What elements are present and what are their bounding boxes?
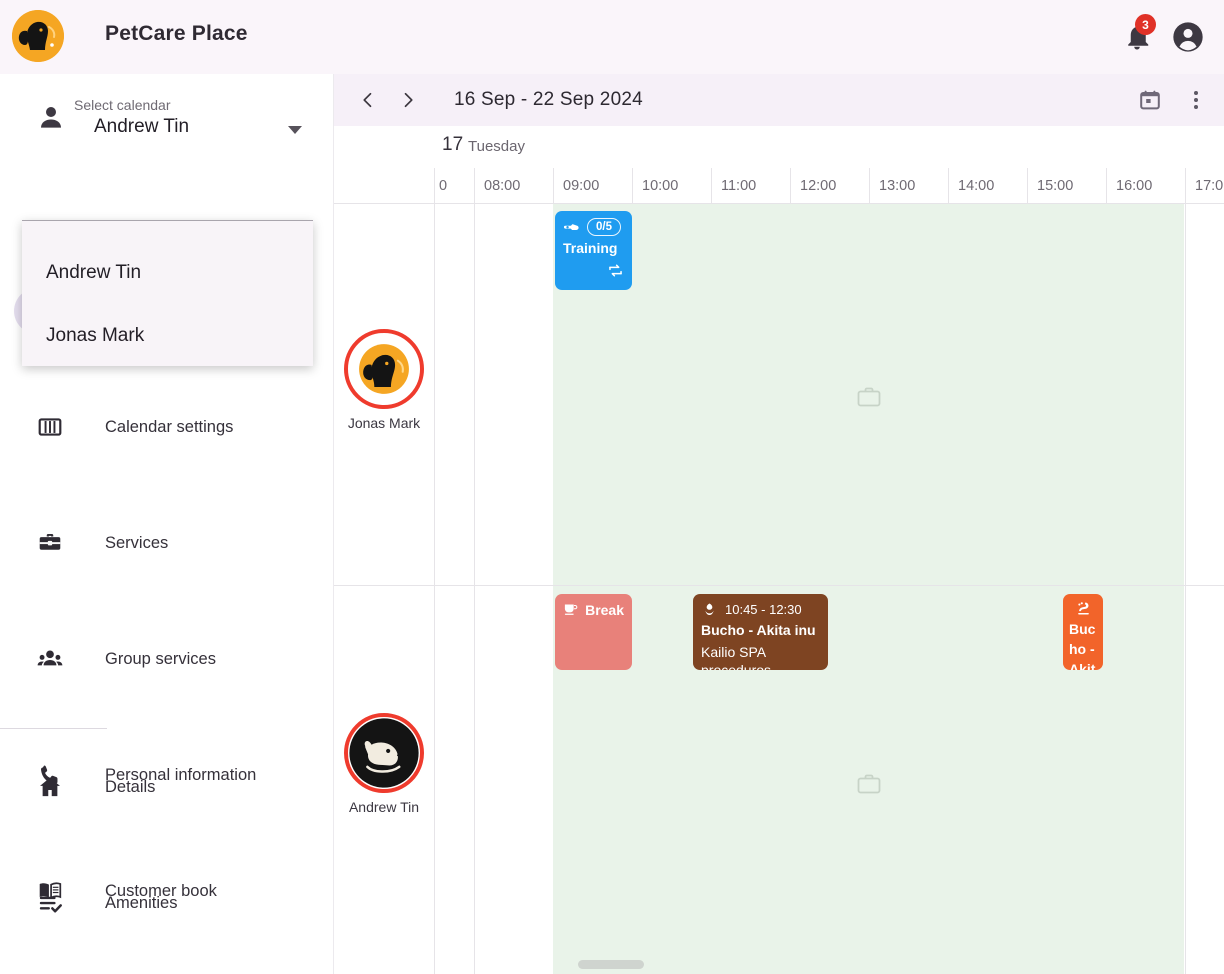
calendar-body: Jonas Mark 0/5 Training Andrew Tin Break… [334, 204, 1224, 974]
time-label: 15:00 [1027, 168, 1106, 204]
calendar-selector-dropdown: Andrew Tin Jonas Mark [22, 220, 313, 366]
sidebar-item-calendar-settings[interactable]: Calendar settings [0, 398, 334, 456]
time-label: 12:00 [790, 168, 869, 204]
resource-row-jonas-mark: Jonas Mark 0/5 Training [334, 204, 1224, 585]
resource-andrew-tin[interactable]: Andrew Tin [334, 713, 434, 815]
time-label: 14:00 [948, 168, 1027, 204]
sidebar: Select calendar Andrew Tin Andrew Tin Jo… [0, 74, 334, 974]
app-root: PetCare Place 3 Select calendar Andrew T… [0, 0, 1224, 974]
sidebar-secondary-nav: Details Amenities [0, 758, 334, 974]
briefcase-icon [857, 773, 881, 795]
chevron-left-icon [363, 92, 372, 108]
group-people-icon [36, 645, 64, 673]
coffee-cup-icon [564, 604, 578, 615]
account-button[interactable] [1172, 21, 1204, 53]
previous-week-button[interactable] [348, 80, 388, 120]
dropdown-option-jonas-mark[interactable]: Jonas Mark [22, 304, 313, 367]
today-button[interactable] [1134, 84, 1166, 116]
calendar-view-column-icon [36, 413, 64, 441]
time-label: 09:00 [553, 168, 632, 204]
sidebar-item-services[interactable]: Services [0, 514, 334, 572]
calendar-selector[interactable]: Select calendar Andrew Tin [0, 82, 334, 144]
resource-name: Andrew Tin [348, 799, 420, 815]
repeat-icon [606, 261, 625, 285]
avatar [344, 329, 424, 409]
chevron-right-icon [404, 92, 413, 108]
resource-jonas-mark[interactable]: Jonas Mark [334, 329, 434, 431]
calendar-selector-label: Select calendar [74, 97, 171, 113]
calendar-grid: 0 08:00 09:00 10:00 11:00 12:00 13:00 14… [334, 168, 1224, 974]
dog-logo-icon [12, 10, 64, 62]
date-range-title: 16 Sep - 22 Sep 2024 [454, 89, 643, 110]
event-subtitle: Kailio SPA proceduros [701, 644, 772, 670]
account-circle-icon [1173, 22, 1203, 52]
sidebar-item-label: Details [105, 777, 156, 796]
sidebar-item-label: Services [105, 533, 169, 552]
event-time: 10:45 - 12:30 [725, 602, 802, 617]
sidebar-item-label: Amenities [105, 893, 178, 912]
event-title: Buc ho - Akit [1069, 621, 1096, 670]
event-training[interactable]: 0/5 Training [555, 211, 632, 290]
sidebar-item-label: Calendar settings [105, 417, 234, 436]
day-header: 17 Tuesday [334, 126, 1224, 168]
grooming-icon [705, 603, 714, 616]
calendar-today-icon [1140, 90, 1160, 110]
notification-badge: 3 [1135, 14, 1156, 35]
top-header-bar: PetCare Place 3 [0, 0, 1224, 74]
event-badge: 0/5 [587, 218, 621, 236]
notifications-button[interactable]: 3 [1122, 14, 1156, 52]
avatar [344, 713, 424, 793]
time-label: 08:00 [474, 168, 553, 204]
toolbar-actions [1134, 84, 1212, 116]
event-header [1063, 594, 1103, 617]
calendar-selector-value: Andrew Tin [94, 116, 190, 137]
sidebar-item-amenities[interactable]: Amenities [0, 874, 334, 932]
time-label: 10:00 [632, 168, 711, 204]
sidebar-item-details[interactable]: Details [0, 758, 334, 816]
app-title: PetCare Place [105, 22, 248, 45]
next-week-button[interactable] [388, 80, 428, 120]
sidebar-divider [0, 728, 107, 729]
calendar-toolbar: 16 Sep - 22 Sep 2024 [334, 74, 1224, 126]
time-label: 17:0 [1185, 168, 1224, 204]
home-icon [36, 773, 64, 801]
time-label: 11:00 [711, 168, 790, 204]
time-label: 0 [434, 168, 474, 204]
event-header: 10:45 - 12:30 [693, 594, 828, 618]
checklist-icon [36, 889, 64, 917]
chevron-down-icon[interactable] [288, 126, 302, 134]
pet-wash-icon [1077, 602, 1089, 615]
event-title: Break [585, 601, 624, 618]
event-title: Bucho - Akita inu [701, 622, 816, 638]
event-title: Training [563, 240, 618, 256]
person-icon [36, 102, 66, 137]
more-options-button[interactable] [1180, 84, 1212, 116]
time-axis: 0 08:00 09:00 10:00 11:00 12:00 13:00 14… [334, 168, 1224, 204]
event-header: Break [555, 594, 632, 618]
dropdown-option-andrew-tin[interactable]: Andrew Tin [22, 241, 313, 304]
toolbox-icon [36, 529, 64, 557]
time-label: 13:00 [869, 168, 948, 204]
day-name: Tuesday [468, 138, 525, 155]
sidebar-item-group-services[interactable]: Group services [0, 630, 334, 688]
event-break[interactable]: Break [555, 594, 632, 670]
horizontal-scrollbar[interactable] [578, 960, 644, 969]
time-label: 16:00 [1106, 168, 1185, 204]
resource-row-andrew-tin: Andrew Tin Break 10:45 - 12:30 Bucho - A… [334, 586, 1224, 974]
event-header: 0/5 [555, 211, 632, 236]
sidebar-item-label: Group services [105, 649, 216, 668]
more-vertical-icon [1194, 91, 1198, 109]
resource-name: Jonas Mark [347, 415, 421, 431]
event-bucho-spa[interactable]: 10:45 - 12:30 Bucho - Akita inu Kailio S… [693, 594, 828, 670]
day-number: 17 [442, 134, 464, 155]
whistle-icon [563, 223, 579, 230]
event-bucho-wash[interactable]: Buc ho - Akit [1063, 594, 1103, 670]
briefcase-icon [857, 386, 881, 408]
